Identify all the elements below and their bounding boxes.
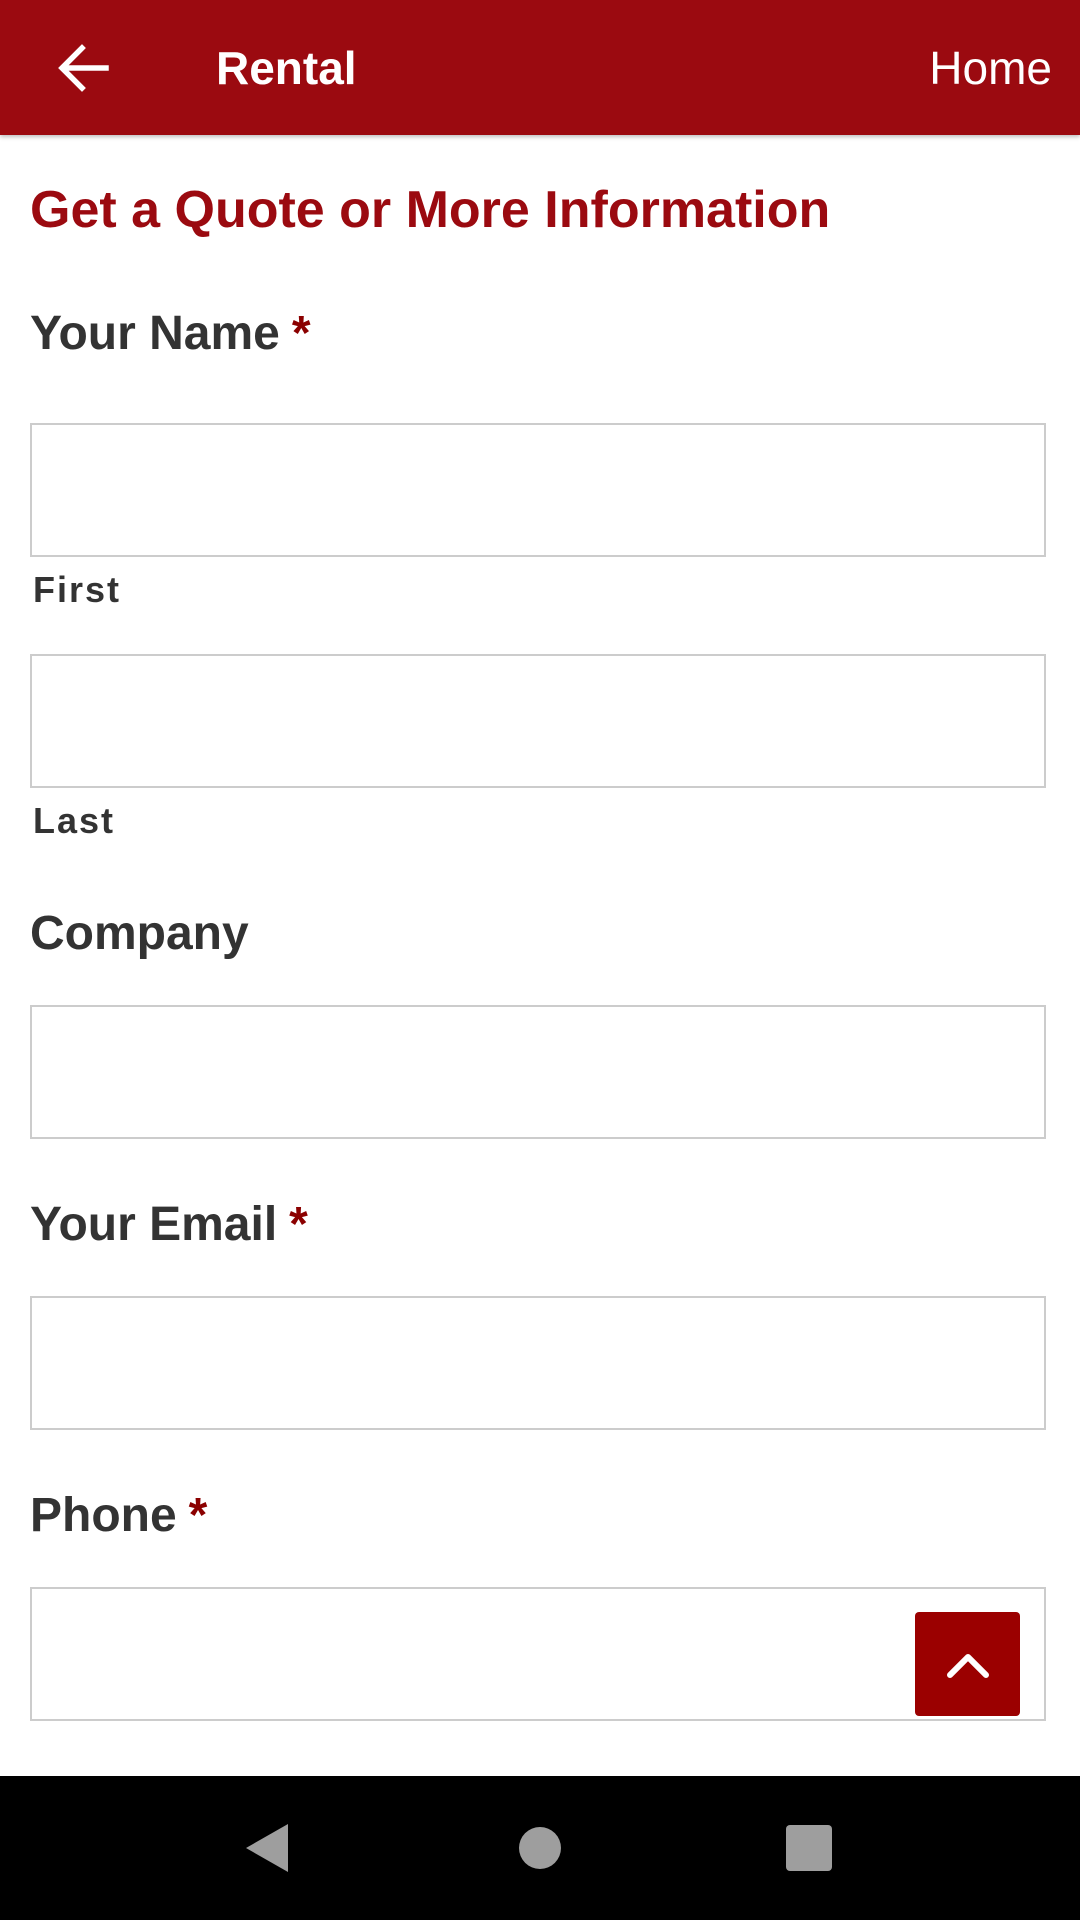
first-name-input[interactable] xyxy=(30,423,1046,557)
back-button[interactable] xyxy=(42,28,126,108)
arrow-left-icon xyxy=(58,44,109,92)
square-recents-icon xyxy=(786,1825,832,1871)
email-label: Your Email * xyxy=(30,1195,308,1255)
last-name-input[interactable] xyxy=(30,654,1046,788)
last-name-sublabel: Last xyxy=(33,800,116,841)
app-bar: Rental Home xyxy=(0,0,1080,135)
email-input[interactable] xyxy=(30,1296,1046,1430)
email-label-text: Your Email xyxy=(30,1198,278,1251)
circle-home-icon xyxy=(519,1827,561,1869)
home-link[interactable]: Home xyxy=(929,40,1052,96)
company-label-text: Company xyxy=(30,907,249,960)
system-recents-button[interactable] xyxy=(773,1812,845,1884)
phone-label-text: Phone xyxy=(30,1489,177,1542)
name-label-text: Your Name xyxy=(30,307,280,360)
form-title: Get a Quote or More Information xyxy=(30,181,831,239)
name-label: Your Name * xyxy=(30,304,311,364)
triangle-back-icon xyxy=(246,1824,288,1872)
phone-label: Phone * xyxy=(30,1486,207,1546)
required-marker: * xyxy=(188,1489,208,1542)
system-navigation-bar xyxy=(0,1776,1080,1920)
system-back-button[interactable] xyxy=(231,1812,303,1884)
chevron-up-icon xyxy=(946,1654,989,1678)
scroll-to-top-button[interactable] xyxy=(915,1612,1020,1716)
phone-input[interactable] xyxy=(30,1587,1046,1721)
first-name-sublabel: First xyxy=(33,569,122,610)
page-title: Rental xyxy=(216,42,357,94)
company-input[interactable] xyxy=(30,1005,1046,1139)
required-marker: * xyxy=(291,307,311,360)
company-label: Company xyxy=(30,904,249,964)
required-marker: * xyxy=(289,1198,308,1251)
system-home-button[interactable] xyxy=(504,1812,576,1884)
